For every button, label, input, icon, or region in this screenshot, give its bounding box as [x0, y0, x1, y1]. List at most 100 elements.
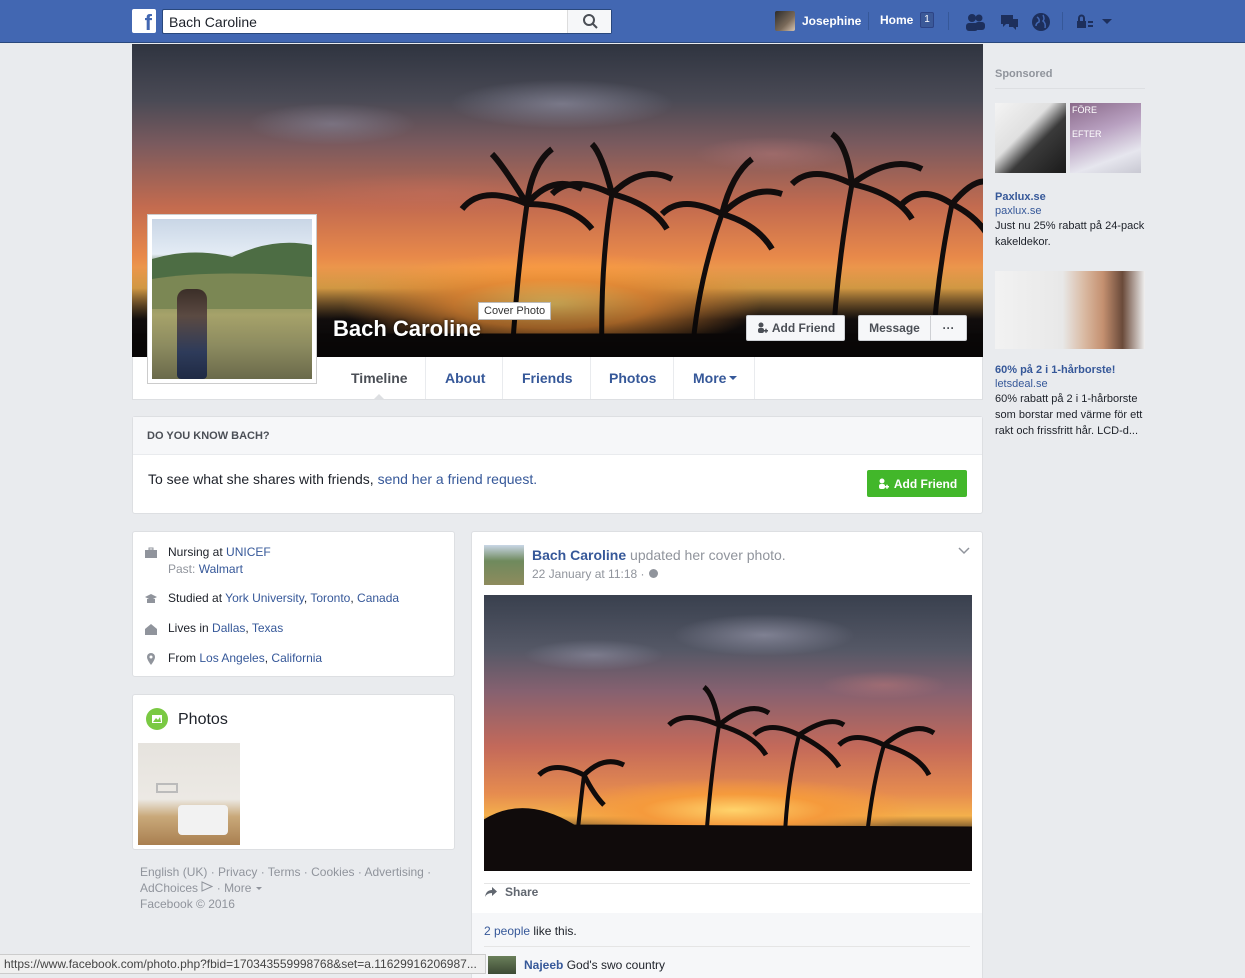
ad2-domain[interactable]: letsdeal.se — [995, 378, 1048, 390]
photo-thumbnail[interactable] — [138, 743, 240, 845]
post-header: Bach Caroline updated her cover photo. — [532, 547, 786, 563]
adchoices-icon — [201, 881, 214, 892]
tab-about[interactable]: About — [428, 357, 504, 399]
profile-picture[interactable] — [147, 214, 317, 384]
post-author-link[interactable]: Bach Caroline — [532, 547, 626, 563]
lives-prefix: Lives in — [168, 621, 213, 635]
intro-studied: Studied at York University, Toronto, Can… — [145, 591, 399, 605]
from-state-link[interactable]: California — [271, 651, 322, 665]
messages-icon[interactable] — [998, 11, 1020, 33]
nav-divider — [868, 12, 869, 30]
photos-card: Photos — [132, 694, 455, 850]
ad1-title-link[interactable]: Paxlux.se — [995, 191, 1046, 203]
search-button[interactable] — [567, 10, 611, 33]
add-friend-label: Add Friend — [771, 321, 836, 335]
studied-country-link[interactable]: Canada — [357, 591, 399, 605]
profile-picture-image — [152, 219, 312, 379]
tab-friends[interactable]: Friends — [505, 357, 591, 399]
send-friend-request-link[interactable]: send her a friend request. — [378, 471, 538, 487]
message-label: Message — [869, 321, 920, 335]
footer-line1[interactable]: English (UK) · Privacy · Terms · Cookies… — [140, 864, 450, 880]
ad1-image-before[interactable] — [995, 103, 1066, 173]
ad1-domain[interactable]: paxlux.se — [995, 205, 1041, 217]
post-options-button[interactable] — [958, 546, 970, 559]
past-prefix: Past: — [168, 562, 199, 576]
ad2-image[interactable] — [995, 271, 1145, 349]
friend-requests-icon[interactable] — [964, 11, 986, 33]
nav-user-link[interactable]: Josephine — [775, 11, 861, 31]
post-meta: 22 January at 11:18 · — [532, 567, 659, 581]
nav-divider — [948, 12, 949, 30]
add-friend-icon — [757, 322, 768, 333]
add-friend-green-button[interactable]: Add Friend — [867, 470, 967, 497]
location-pin-icon — [147, 653, 155, 665]
nav-home-link[interactable]: Home — [880, 13, 913, 27]
share-arrow-icon — [485, 887, 497, 897]
post-author-avatar[interactable] — [484, 545, 524, 585]
comment-author-link[interactable]: Najeeb — [524, 958, 563, 972]
photos-title-link[interactable]: Photos — [178, 711, 228, 729]
footer-more-link[interactable]: More — [224, 881, 251, 895]
more-options-icon: ··· — [942, 321, 955, 335]
ad2-title-link[interactable]: 60% på 2 i 1-hårborste! — [995, 364, 1115, 376]
post-likes: 2 people like this. — [484, 924, 577, 938]
cover-photo-tooltip: Cover Photo — [478, 302, 552, 320]
intro-card: Nursing at UNICEF Past: Walmart Studied … — [132, 531, 455, 677]
more-options-button[interactable]: ··· — [930, 315, 967, 341]
sponsored-heading: Sponsored — [995, 68, 1145, 89]
from-city-link[interactable]: Los Angeles — [199, 651, 264, 665]
do-you-know-title: DO YOU KNOW BACH? — [133, 417, 982, 455]
search-input[interactable] — [163, 10, 563, 33]
comment-avatar[interactable] — [488, 956, 516, 974]
public-globe-icon — [648, 569, 658, 578]
ad1-text[interactable]: Just nu 25% rabatt på 24-pack kakeldekor… — [995, 218, 1145, 250]
tab-timeline[interactable]: Timeline — [334, 357, 426, 400]
footer-copyright: Facebook © 2016 — [140, 897, 235, 911]
notifications-globe-icon[interactable] — [1030, 11, 1052, 33]
facebook-logo[interactable]: f — [132, 9, 156, 33]
ad2-text[interactable]: 60% rabatt på 2 i 1-hårborste som borsta… — [995, 391, 1145, 439]
chevron-down-icon — [255, 887, 262, 890]
do-you-know-body: To see what she shares with friends, sen… — [133, 455, 982, 503]
message-button[interactable]: Message — [858, 315, 931, 341]
search-box — [162, 9, 612, 34]
past-org-link[interactable]: Walmart — [199, 562, 243, 576]
share-button[interactable]: Share — [484, 885, 538, 899]
lives-state-link[interactable]: Texas — [252, 621, 283, 635]
comment-item: Najeeb God's swo country — [488, 956, 665, 974]
account-menu-chevron-icon[interactable] — [1100, 11, 1122, 33]
work-prefix: Nursing at — [168, 545, 227, 559]
tab-photos[interactable]: Photos — [592, 357, 675, 399]
work-org-link[interactable]: UNICEF — [226, 545, 271, 559]
post-palm-silhouettes — [484, 685, 972, 871]
search-icon — [583, 14, 598, 29]
user-avatar — [775, 11, 795, 31]
chevron-down-icon — [729, 376, 738, 380]
lives-city-link[interactable]: Dallas — [212, 621, 245, 635]
nav-divider — [1062, 12, 1063, 30]
timeline-post: Bach Caroline updated her cover photo. 2… — [471, 531, 983, 978]
photos-icon — [146, 708, 168, 730]
profile-hills — [152, 242, 312, 309]
intro-work: Nursing at UNICEF Past: Walmart — [145, 545, 271, 576]
likes-text: like this. — [530, 924, 577, 938]
home-badge: 1 — [920, 12, 934, 28]
tab-more[interactable]: More — [676, 357, 756, 399]
share-label: Share — [505, 885, 539, 899]
studied-city-link[interactable]: Toronto — [310, 591, 350, 605]
home-icon — [145, 624, 157, 635]
profile-name[interactable]: Bach Caroline — [333, 316, 481, 342]
comment-text: God's swo country — [566, 958, 666, 972]
add-friend-button[interactable]: Add Friend — [746, 315, 845, 341]
intro-lives: Lives in Dallas, Texas — [145, 621, 283, 635]
privacy-shortcuts-icon[interactable] — [1074, 11, 1096, 33]
studied-school-link[interactable]: York University — [225, 591, 304, 605]
briefcase-icon — [145, 547, 157, 558]
post-timestamp[interactable]: 22 January at 11:18 · — [532, 567, 648, 581]
user-name: Josephine — [802, 14, 862, 28]
adchoices-link[interactable]: AdChoices — [140, 881, 198, 895]
do-you-know-card: DO YOU KNOW BACH? To see what she shares… — [132, 416, 983, 514]
ad1-image-after[interactable]: FÖRE EFTER — [1070, 103, 1141, 173]
post-photo[interactable] — [484, 595, 972, 871]
likes-people-link[interactable]: 2 people — [484, 924, 530, 938]
